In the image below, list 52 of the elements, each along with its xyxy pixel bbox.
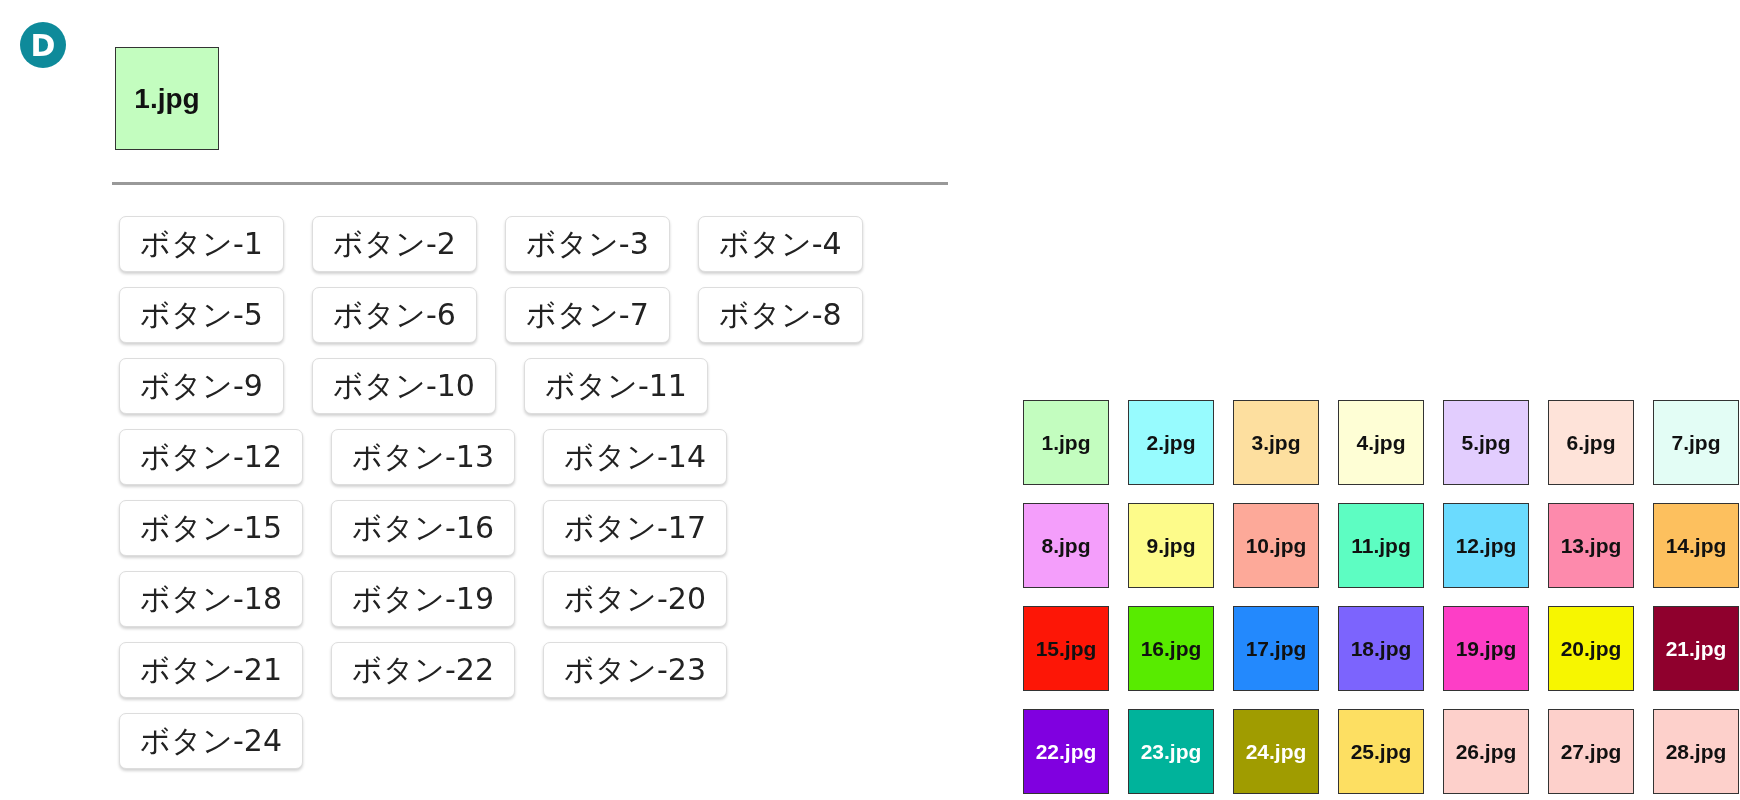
image-tile[interactable]: 15.jpg	[1023, 606, 1109, 691]
image-tile[interactable]: 21.jpg	[1653, 606, 1739, 691]
image-tile[interactable]: 25.jpg	[1338, 709, 1424, 794]
push-button[interactable]: ボタン-12	[119, 429, 303, 485]
push-button[interactable]: ボタン-18	[119, 571, 303, 627]
image-tile[interactable]: 3.jpg	[1233, 400, 1319, 485]
image-tile[interactable]: 20.jpg	[1548, 606, 1634, 691]
push-button[interactable]: ボタン-15	[119, 500, 303, 556]
push-button[interactable]: ボタン-23	[543, 642, 727, 698]
push-button[interactable]: ボタン-21	[119, 642, 303, 698]
push-button[interactable]: ボタン-10	[311, 358, 496, 414]
push-button[interactable]: ボタン-22	[331, 642, 515, 698]
image-tile[interactable]: 4.jpg	[1338, 400, 1424, 485]
push-button[interactable]: ボタン-17	[543, 500, 727, 556]
push-button[interactable]: ボタン-11	[523, 358, 708, 414]
image-tile[interactable]: 22.jpg	[1023, 709, 1109, 794]
push-button[interactable]: ボタン-16	[331, 500, 515, 556]
push-button[interactable]: ボタン-2	[311, 216, 477, 272]
push-button[interactable]: ボタン-6	[311, 287, 477, 343]
image-tile[interactable]: 8.jpg	[1023, 503, 1109, 588]
image-tile[interactable]: 13.jpg	[1548, 503, 1634, 588]
push-button[interactable]: ボタン-5	[119, 287, 284, 343]
image-tile[interactable]: 1.jpg	[1023, 400, 1109, 485]
push-button[interactable]: ボタン-8	[697, 287, 863, 343]
image-tile[interactable]: 12.jpg	[1443, 503, 1529, 588]
letter-badge: D	[20, 22, 66, 68]
image-tile[interactable]: 9.jpg	[1128, 503, 1214, 588]
image-tile[interactable]: 10.jpg	[1233, 503, 1319, 588]
push-button[interactable]: ボタン-7	[504, 287, 670, 343]
image-tile[interactable]: 7.jpg	[1653, 400, 1739, 485]
image-tile[interactable]: 27.jpg	[1548, 709, 1634, 794]
image-tile[interactable]: 16.jpg	[1128, 606, 1214, 691]
image-tile[interactable]: 14.jpg	[1653, 503, 1739, 588]
image-tile[interactable]: 5.jpg	[1443, 400, 1529, 485]
image-tile[interactable]: 19.jpg	[1443, 606, 1529, 691]
image-tile[interactable]: 18.jpg	[1338, 606, 1424, 691]
push-button[interactable]: ボタン-13	[331, 429, 515, 485]
push-button[interactable]: ボタン-1	[119, 216, 284, 272]
image-tile[interactable]: 2.jpg	[1128, 400, 1214, 485]
push-button[interactable]: ボタン-14	[543, 429, 727, 485]
push-button[interactable]: ボタン-3	[504, 216, 670, 272]
image-tile[interactable]: 6.jpg	[1548, 400, 1634, 485]
push-button[interactable]: ボタン-9	[119, 358, 284, 414]
push-button[interactable]: ボタン-4	[697, 216, 863, 272]
image-preview: 1.jpg	[115, 47, 219, 150]
push-button[interactable]: ボタン-24	[119, 713, 303, 769]
image-tile[interactable]: 26.jpg	[1443, 709, 1529, 794]
image-tile[interactable]: 17.jpg	[1233, 606, 1319, 691]
push-button[interactable]: ボタン-19	[331, 571, 515, 627]
image-tile[interactable]: 28.jpg	[1653, 709, 1739, 794]
push-button[interactable]: ボタン-20	[543, 571, 727, 627]
image-tile[interactable]: 11.jpg	[1338, 503, 1424, 588]
